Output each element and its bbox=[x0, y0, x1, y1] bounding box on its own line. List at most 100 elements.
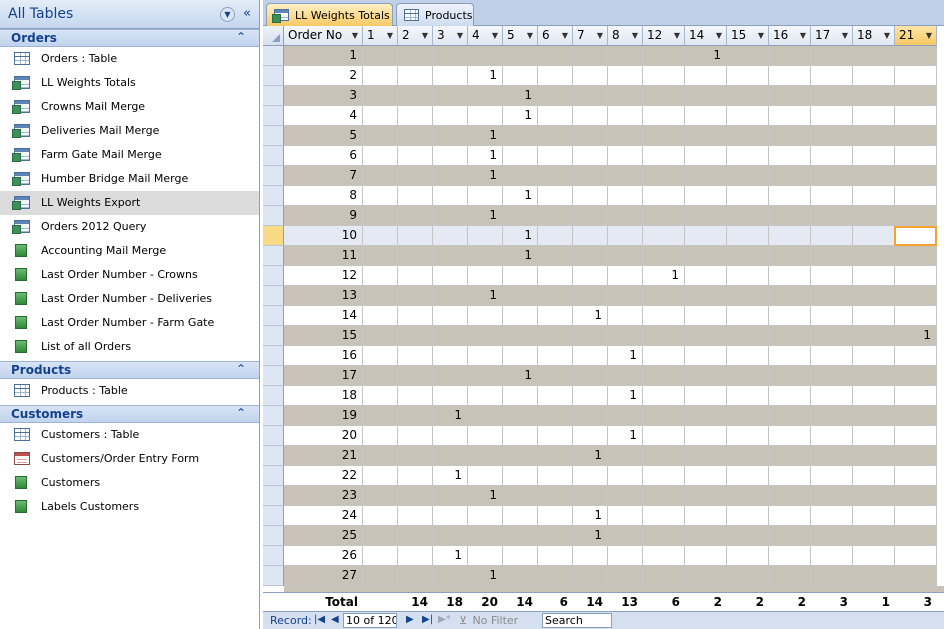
value-cell[interactable] bbox=[573, 326, 608, 346]
value-cell[interactable] bbox=[433, 226, 468, 246]
value-cell[interactable] bbox=[685, 426, 727, 446]
value-cell[interactable] bbox=[769, 366, 811, 386]
value-cell[interactable] bbox=[538, 166, 573, 186]
value-cell[interactable]: 1 bbox=[643, 266, 685, 286]
value-cell[interactable] bbox=[727, 466, 769, 486]
value-cell[interactable] bbox=[811, 106, 853, 126]
value-cell[interactable] bbox=[853, 286, 895, 306]
value-cell[interactable] bbox=[853, 66, 895, 86]
nav-item[interactable]: LL Weights Export bbox=[0, 191, 259, 215]
value-cell[interactable]: 1 bbox=[468, 146, 503, 166]
row-selector[interactable] bbox=[263, 126, 284, 146]
value-cell[interactable] bbox=[727, 46, 769, 66]
value-cell[interactable] bbox=[538, 266, 573, 286]
value-cell[interactable] bbox=[538, 306, 573, 326]
value-cell[interactable] bbox=[363, 166, 398, 186]
value-cell[interactable] bbox=[503, 386, 538, 406]
value-cell[interactable]: 1 bbox=[503, 246, 538, 266]
row-selector[interactable] bbox=[263, 406, 284, 426]
value-cell[interactable] bbox=[433, 86, 468, 106]
value-cell[interactable] bbox=[853, 206, 895, 226]
value-cell[interactable] bbox=[895, 406, 937, 426]
value-cell[interactable] bbox=[363, 406, 398, 426]
value-cell[interactable]: 1 bbox=[573, 506, 608, 526]
value-cell[interactable] bbox=[811, 206, 853, 226]
value-cell[interactable] bbox=[538, 146, 573, 166]
value-cell[interactable] bbox=[433, 166, 468, 186]
nav-item[interactable]: Deliveries Mail Merge bbox=[0, 119, 259, 143]
value-cell[interactable] bbox=[468, 506, 503, 526]
value-cell[interactable] bbox=[727, 266, 769, 286]
value-cell[interactable] bbox=[811, 566, 853, 586]
value-cell[interactable] bbox=[503, 126, 538, 146]
row-selector[interactable] bbox=[263, 246, 284, 266]
value-cell[interactable] bbox=[363, 526, 398, 546]
value-cell[interactable] bbox=[727, 306, 769, 326]
value-cell[interactable] bbox=[538, 546, 573, 566]
value-cell[interactable] bbox=[468, 106, 503, 126]
value-cell[interactable] bbox=[468, 86, 503, 106]
value-cell[interactable] bbox=[769, 146, 811, 166]
value-cell[interactable] bbox=[433, 286, 468, 306]
order-no-cell[interactable]: 9 bbox=[284, 206, 363, 226]
value-cell[interactable] bbox=[608, 186, 643, 206]
value-cell[interactable] bbox=[727, 146, 769, 166]
value-cell[interactable] bbox=[853, 506, 895, 526]
value-cell[interactable] bbox=[608, 506, 643, 526]
column-filter-dropdown-icon[interactable]: ▼ bbox=[597, 26, 603, 45]
value-cell[interactable] bbox=[727, 206, 769, 226]
value-cell[interactable]: 1 bbox=[468, 486, 503, 506]
column-header-6[interactable]: 6 ▼ bbox=[538, 26, 573, 46]
value-cell[interactable] bbox=[895, 566, 937, 586]
total-cell[interactable] bbox=[363, 593, 398, 611]
value-cell[interactable] bbox=[433, 366, 468, 386]
value-cell[interactable] bbox=[573, 66, 608, 86]
nav-item[interactable]: Customers : Table bbox=[0, 423, 259, 447]
value-cell[interactable] bbox=[727, 286, 769, 306]
total-cell[interactable]: 14 bbox=[398, 593, 433, 611]
value-cell[interactable] bbox=[643, 566, 685, 586]
value-cell[interactable] bbox=[468, 526, 503, 546]
value-cell[interactable] bbox=[573, 146, 608, 166]
value-cell[interactable] bbox=[643, 286, 685, 306]
value-cell[interactable] bbox=[573, 86, 608, 106]
value-cell[interactable] bbox=[895, 86, 937, 106]
value-cell[interactable] bbox=[433, 266, 468, 286]
value-cell[interactable] bbox=[433, 66, 468, 86]
column-header-12[interactable]: 12 ▼ bbox=[643, 26, 685, 46]
value-cell[interactable] bbox=[573, 166, 608, 186]
value-cell[interactable] bbox=[895, 466, 937, 486]
value-cell[interactable] bbox=[363, 306, 398, 326]
value-cell[interactable] bbox=[433, 306, 468, 326]
value-cell[interactable] bbox=[643, 166, 685, 186]
order-no-cell[interactable]: 18 bbox=[284, 386, 363, 406]
value-cell[interactable] bbox=[503, 66, 538, 86]
total-cell[interactable]: 2 bbox=[769, 593, 811, 611]
value-cell[interactable] bbox=[608, 466, 643, 486]
value-cell[interactable] bbox=[769, 546, 811, 566]
row-selector[interactable] bbox=[263, 266, 284, 286]
collapse-pane-icon[interactable]: « bbox=[243, 6, 251, 21]
value-cell[interactable] bbox=[769, 566, 811, 586]
value-cell[interactable] bbox=[433, 426, 468, 446]
value-cell[interactable]: 1 bbox=[468, 206, 503, 226]
order-no-cell[interactable]: 4 bbox=[284, 106, 363, 126]
value-cell[interactable] bbox=[433, 146, 468, 166]
row-selector[interactable] bbox=[263, 446, 284, 466]
value-cell[interactable] bbox=[433, 346, 468, 366]
value-cell[interactable] bbox=[853, 346, 895, 366]
value-cell[interactable] bbox=[643, 406, 685, 426]
value-cell[interactable] bbox=[398, 146, 433, 166]
nav-item[interactable]: LL Weights Totals bbox=[0, 71, 259, 95]
row-selector[interactable] bbox=[263, 386, 284, 406]
value-cell[interactable] bbox=[608, 366, 643, 386]
value-cell[interactable] bbox=[433, 526, 468, 546]
nav-item[interactable]: List of all Orders bbox=[0, 335, 259, 359]
value-cell[interactable] bbox=[363, 206, 398, 226]
value-cell[interactable] bbox=[811, 246, 853, 266]
column-header-16[interactable]: 16 ▼ bbox=[769, 26, 811, 46]
value-cell[interactable] bbox=[608, 206, 643, 226]
column-filter-dropdown-icon[interactable]: ▼ bbox=[492, 26, 498, 45]
value-cell[interactable] bbox=[503, 486, 538, 506]
value-cell[interactable] bbox=[433, 126, 468, 146]
